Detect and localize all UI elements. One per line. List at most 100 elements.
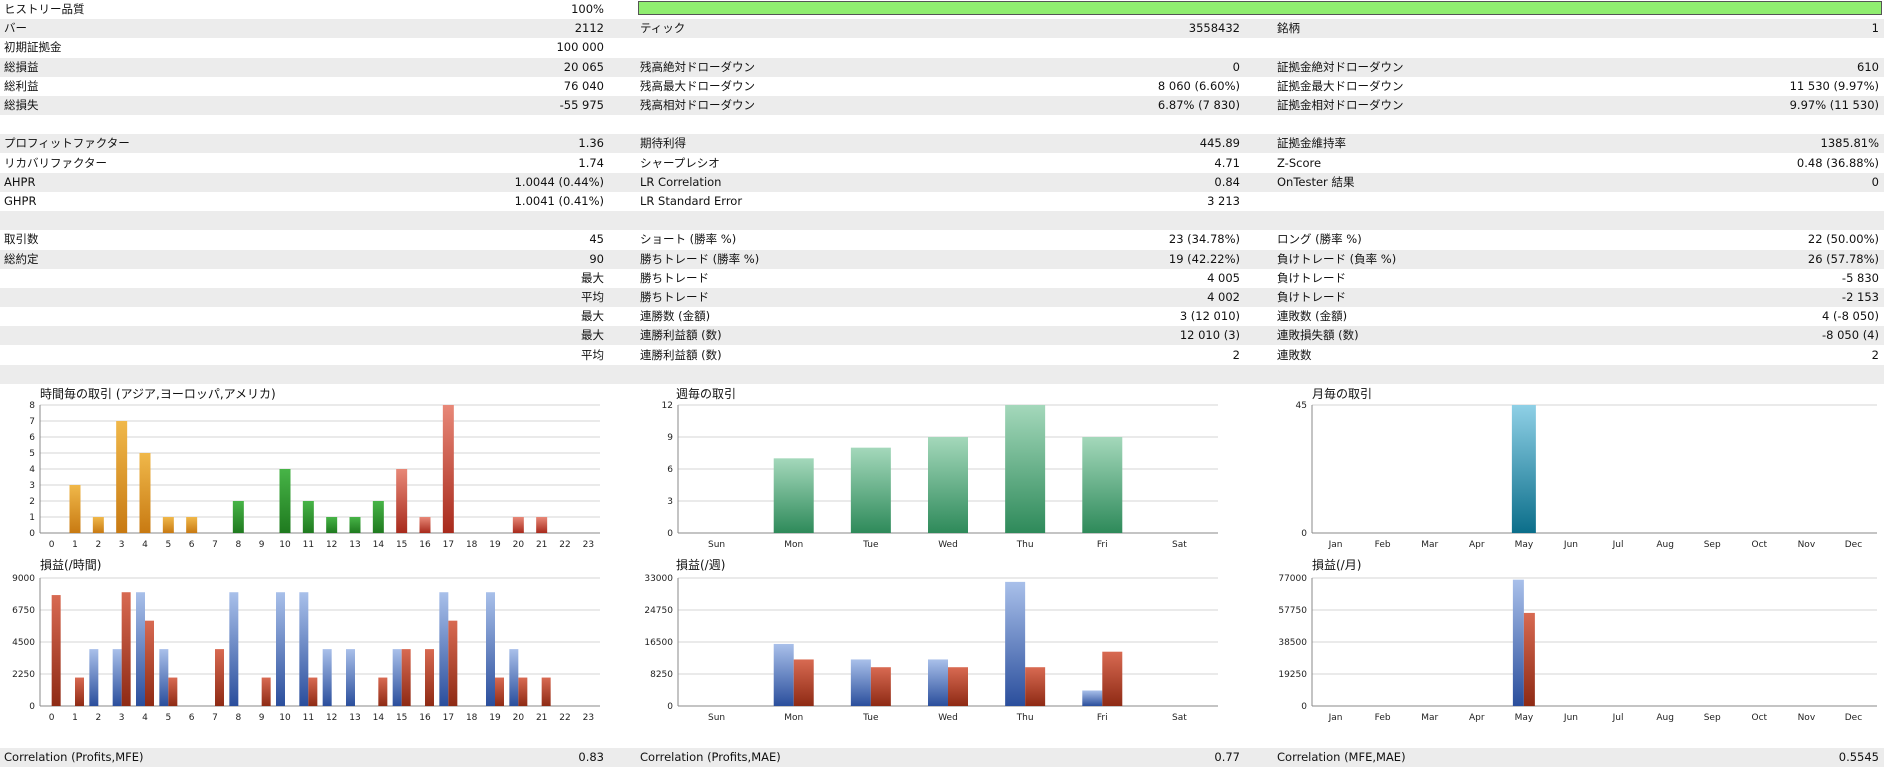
chart-bar	[425, 649, 434, 706]
x-tick-label: 7	[212, 540, 218, 550]
y-tick-label: 4500	[12, 638, 35, 648]
y-tick-label: 24750	[644, 606, 673, 616]
correlation-profits-mfe-value: 0.83	[578, 750, 604, 764]
x-tick-label: 1	[72, 713, 78, 723]
stat-label: 勝ちトレード (勝率 %)	[640, 251, 760, 266]
x-tick-label: 5	[165, 540, 171, 550]
x-tick-label: May	[1515, 713, 1534, 723]
stat-label: 残高最大ドローダウン	[640, 78, 755, 93]
x-tick-label: 19	[489, 540, 501, 550]
y-tick-label: 45	[1296, 401, 1307, 411]
stat-label: 残高相対ドローダウン	[640, 98, 755, 112]
stat-row: 総約定 90 勝ちトレード (勝率 %) 19 (42.22%) 負けトレード (負率 …	[0, 249, 1884, 269]
weekly-profit-chart: 損益(/週) 0 8250 16500 24750 33000 Sun Mon Tue Wed T…	[638, 556, 1238, 728]
y-tick-label: 2250	[12, 670, 35, 680]
y-tick-label: 6	[29, 433, 35, 443]
x-tick-label: 15	[396, 540, 407, 550]
stat-row: 最大 勝ちトレード 4 005 負けトレード -5 830	[0, 269, 1884, 288]
stat-value: 12 010 (3)	[1179, 328, 1240, 343]
x-tick-label: Aug	[1656, 713, 1674, 723]
chart-bar	[75, 677, 84, 706]
stat-label: 負けトレード (負率 %)	[1277, 251, 1397, 266]
correlation-mfe-mae-label: Correlation (MFE,MAE)	[1277, 750, 1406, 764]
x-tick-label: Fri	[1097, 713, 1108, 723]
stat-label: 連勝利益額 (数)	[640, 347, 722, 362]
stat-value: 0.84	[1214, 174, 1240, 189]
correlation-mfe-mae-value: 0.5545	[1838, 750, 1879, 764]
stat-label: ティック	[640, 21, 686, 36]
x-tick-label: 23	[583, 540, 594, 550]
y-tick-label: 0	[1301, 702, 1307, 712]
history-quality-bar	[638, 1, 1882, 15]
chart-bar	[302, 501, 314, 533]
x-tick-label: Jun	[1563, 713, 1578, 723]
x-tick-label: 20	[513, 713, 525, 723]
stat-label: バー	[4, 21, 27, 36]
x-tick-label: 14	[373, 713, 385, 723]
monthly-profit-chart: 損益(/月) 0 19250 38500 57750 77000 Jan Feb Mar Apr…	[1277, 556, 1884, 728]
y-tick-label: 38500	[1278, 638, 1307, 648]
correlation-profits-mae-value: 0.77	[1214, 750, 1240, 764]
y-tick-label: 12	[662, 401, 673, 411]
y-tick-label: 7	[29, 417, 35, 427]
stat-row: 総損失 -55 975 残高相対ドローダウン 6.87% (7 830) 証拠金相対ドロ…	[0, 96, 1884, 115]
stat-label: 連勝数 (金額)	[640, 309, 711, 324]
stat-row: 最大 連勝利益額 (数) 12 010 (3) 連敗損失額 (数) -8 050 (4)	[0, 326, 1884, 346]
stat-label: 残高絶対ドローダウン	[640, 59, 755, 74]
chart-bar	[793, 659, 814, 706]
y-tick-label: 1	[29, 513, 35, 523]
x-tick-label: Jan	[1328, 713, 1343, 723]
stat-label: リカバリファクター	[4, 155, 108, 170]
x-tick-label: Apr	[1469, 713, 1485, 723]
correlation-profits-mae-label: Correlation (Profits,MAE)	[640, 750, 781, 764]
x-tick-label: 5	[165, 713, 171, 723]
correlation-row: Correlation (Profits,MFE) 0.83 Correlati…	[0, 748, 1884, 767]
chart-bar	[276, 592, 285, 706]
stat-row: 総利益 76 040 残高最大ドローダウン 8 060 (6.60%) 証拠金最大ドロー…	[0, 77, 1884, 96]
x-tick-label: Tue	[862, 540, 879, 550]
chart-bar	[51, 595, 61, 706]
x-tick-label: Feb	[1375, 713, 1391, 723]
stat-label: ショート (勝率 %)	[640, 232, 737, 247]
x-tick-label: 17	[443, 713, 454, 723]
x-tick-label: 17	[443, 540, 454, 550]
x-tick-label: 9	[259, 540, 265, 550]
x-tick-label: Dec	[1845, 713, 1862, 723]
stat-value: 1	[1871, 21, 1879, 36]
x-tick-label: Sun	[708, 713, 725, 723]
stat-value: 22 (50.00%)	[1807, 232, 1879, 247]
chart-bar	[116, 421, 128, 533]
x-tick-label: 18	[466, 713, 478, 723]
stat-value: 1.36	[578, 136, 604, 151]
chart-bar	[541, 677, 551, 706]
chart-bar	[850, 447, 891, 533]
chart-bar	[1025, 667, 1046, 706]
stat-label: 連敗数 (金額)	[1277, 309, 1348, 324]
stat-value: 0	[1871, 174, 1879, 189]
x-tick-label: Sat	[1172, 540, 1187, 550]
stat-value: 1.0041 (0.41%)	[514, 194, 604, 208]
weekly-trades-chart: 週毎の取引 0 3 6 9 12 Sun Mon Tue Wed Thu Fri Sat	[638, 383, 1238, 553]
stat-value: 23 (34.78%)	[1168, 232, 1240, 247]
chart-bar	[186, 517, 198, 533]
y-tick-label: 2	[29, 497, 35, 507]
x-tick-label: Thu	[1016, 540, 1034, 550]
chart-bar	[518, 677, 528, 706]
stat-label: 証拠金相対ドローダウン	[1277, 98, 1404, 112]
x-tick-label: Sep	[1704, 713, 1721, 723]
chart-bar	[232, 501, 244, 533]
x-tick-label: Dec	[1845, 540, 1862, 550]
stat-label: Z-Score	[1277, 155, 1322, 170]
x-tick-label: Mon	[784, 713, 803, 723]
chart-bar	[136, 592, 145, 706]
stat-row: 初期証拠金 100 000	[0, 38, 1884, 57]
chart-bar	[261, 677, 271, 706]
x-tick-label: Tue	[862, 713, 879, 723]
stat-value: 1.74	[578, 155, 604, 170]
x-tick-label: Oct	[1752, 540, 1768, 550]
stat-value: 19 (42.22%)	[1168, 251, 1240, 266]
stat-value: 2	[1871, 347, 1879, 362]
x-tick-label: 18	[466, 540, 478, 550]
y-tick-label: 6750	[12, 606, 35, 616]
stat-label: 期待利得	[640, 136, 686, 151]
